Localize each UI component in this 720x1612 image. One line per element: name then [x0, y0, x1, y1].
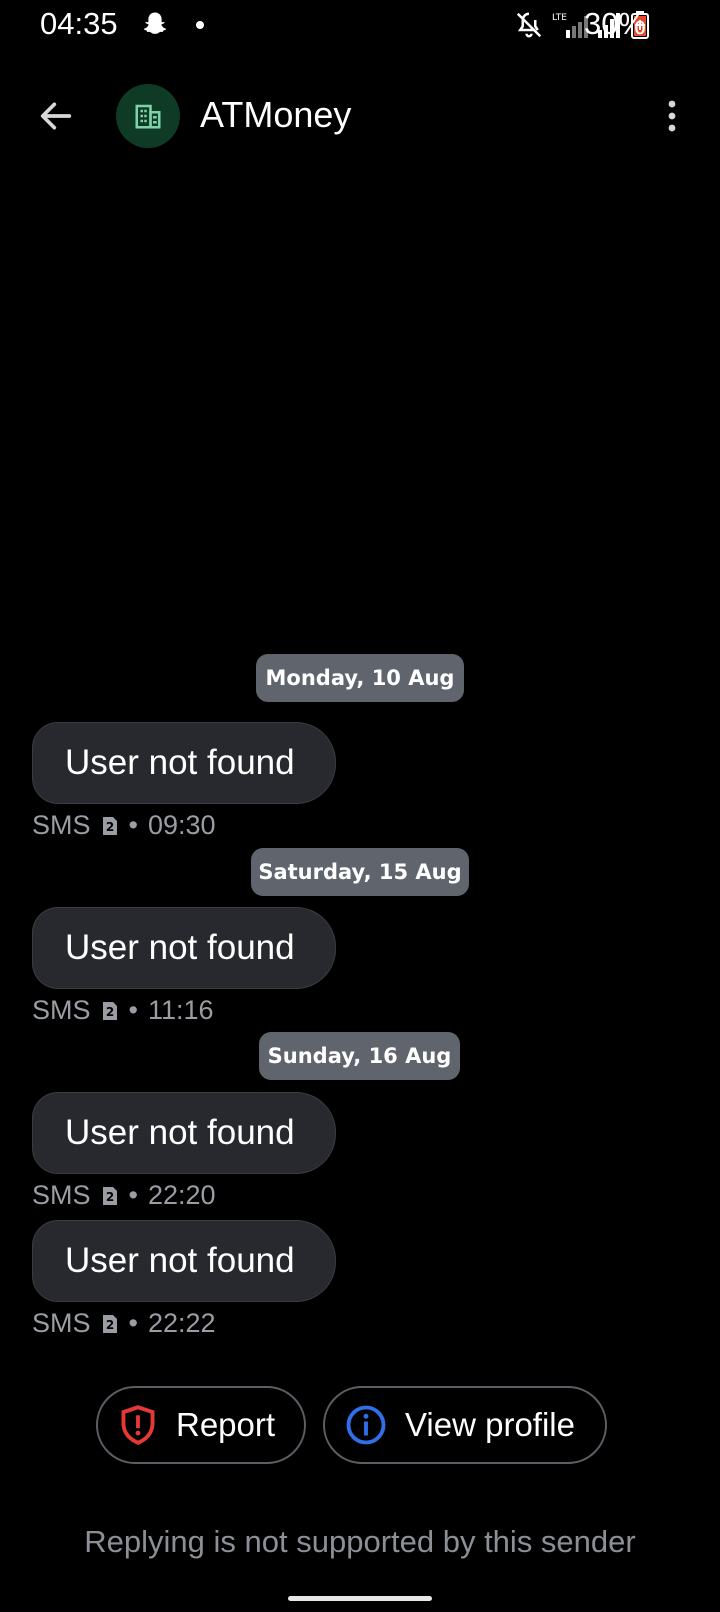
sim-card-icon: 2 — [102, 1186, 117, 1205]
message-channel: SMS — [32, 810, 91, 840]
message-time: 22:20 — [147, 1180, 216, 1210]
message-time: 11:16 — [147, 995, 214, 1025]
message-channel: SMS — [32, 1180, 91, 1210]
message-time: 09:30 — [147, 810, 216, 840]
message-bubble[interactable]: User not found — [32, 907, 336, 989]
mute-bell-icon — [516, 12, 542, 38]
more-options-icon[interactable] — [660, 96, 684, 136]
info-icon — [346, 1405, 386, 1445]
contact-title[interactable]: ATMoney — [200, 94, 351, 136]
sim-card-icon: 2 — [102, 1314, 117, 1333]
message-bubble[interactable]: User not found — [32, 1092, 336, 1174]
lte-label: LTE — [552, 13, 567, 23]
svg-text:2: 2 — [105, 1190, 113, 1204]
avatar[interactable] — [116, 84, 180, 148]
report-shield-icon — [121, 1405, 155, 1445]
view-profile-button[interactable]: View profile — [323, 1386, 607, 1464]
svg-text:2: 2 — [105, 1318, 113, 1332]
message-meta: SMS 2 • 11:16 — [32, 995, 214, 1025]
date-chip: Monday, 10 Aug — [256, 654, 464, 702]
message-meta: SMS 2 • 22:20 — [32, 1180, 216, 1210]
message-meta: SMS 2 • 22:22 — [32, 1308, 216, 1338]
message-bubble[interactable]: User not found — [32, 722, 336, 804]
message-bubble[interactable]: User not found — [32, 1220, 336, 1302]
status-time: 04:35 — [40, 6, 118, 41]
date-chip: Saturday, 15 Aug — [251, 848, 469, 896]
business-building-icon — [135, 104, 161, 129]
svg-text:2: 2 — [105, 820, 113, 834]
snapchat-icon — [143, 12, 167, 34]
sim-card-icon: 2 — [102, 816, 117, 835]
message-meta: SMS 2 • 09:30 — [32, 810, 216, 840]
sim-card-icon: 2 — [102, 1001, 117, 1020]
view-profile-label: View profile — [405, 1406, 575, 1443]
date-chip: Sunday, 16 Aug — [259, 1032, 460, 1080]
battery-percent: 30% — [583, 6, 646, 41]
message-channel: SMS — [32, 995, 91, 1025]
message-time: 22:22 — [147, 1308, 216, 1338]
back-arrow-icon[interactable] — [36, 96, 76, 136]
report-label: Report — [176, 1406, 276, 1443]
reply-not-supported-notice: Replying is not supported by this sender — [84, 1524, 636, 1559]
report-button[interactable]: Report — [96, 1386, 306, 1464]
notification-dot — [196, 21, 204, 29]
svg-text:2: 2 — [105, 1005, 113, 1019]
home-gesture-bar[interactable] — [288, 1596, 432, 1601]
message-channel: SMS — [32, 1308, 91, 1338]
